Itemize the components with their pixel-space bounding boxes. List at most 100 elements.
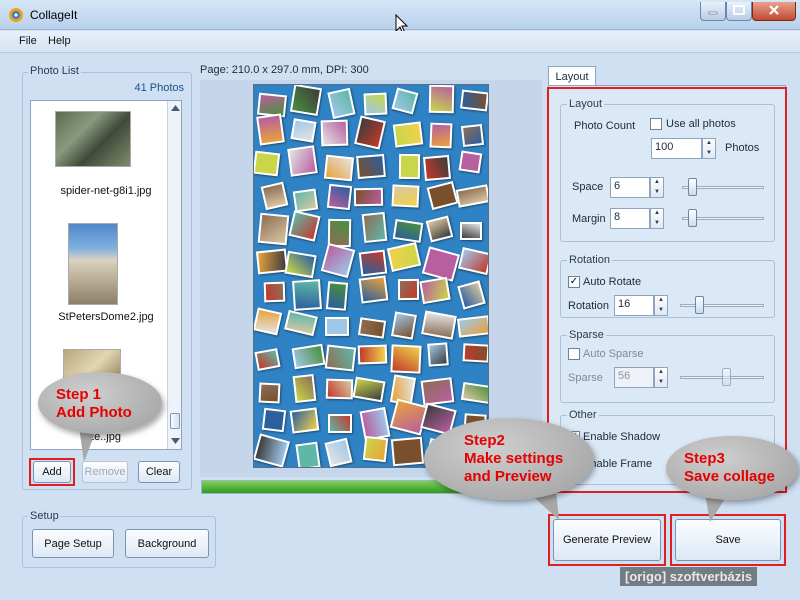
space-input[interactable]: 6	[610, 177, 650, 198]
watermark: [origo] szoftverbázis	[620, 567, 758, 586]
step1-callout: Step 1 Add Photo	[38, 372, 162, 434]
photo-thumbnail[interactable]	[55, 111, 131, 167]
rotation-spinner[interactable]: ▲ ▼	[654, 295, 668, 316]
space-spinner[interactable]: ▲ ▼	[650, 177, 664, 198]
spin-down-icon[interactable]: ▼	[655, 378, 667, 388]
spin-up-icon[interactable]: ▲	[651, 178, 663, 188]
collage-photo	[386, 242, 422, 273]
collage-photo	[354, 187, 384, 207]
collage-photo	[260, 181, 288, 210]
collage-photo	[291, 343, 326, 369]
photo-list-label: Photo List	[28, 65, 81, 77]
collage-photo	[419, 276, 452, 304]
menu-help[interactable]: Help	[48, 35, 71, 47]
spin-down-icon[interactable]: ▼	[703, 149, 715, 159]
generate-preview-button[interactable]: Generate Preview	[553, 519, 661, 561]
collage-photo	[363, 92, 388, 116]
rotation-input[interactable]: 16	[614, 295, 654, 316]
collage-photo	[325, 378, 354, 400]
use-all-photos-checkbox[interactable]	[650, 118, 662, 130]
collage-photo	[460, 89, 488, 112]
collage-photo	[324, 344, 356, 372]
minimize-button[interactable]	[700, 2, 726, 21]
step3-text: Save collage	[684, 468, 775, 485]
collage-photo	[254, 150, 281, 177]
photo-thumbnail[interactable]	[68, 223, 118, 305]
spin-up-icon[interactable]: ▲	[651, 209, 663, 219]
collage-photo	[398, 154, 421, 179]
auto-sparse-checkbox[interactable]	[568, 348, 580, 360]
photo-count-spinner[interactable]: ▲ ▼	[702, 138, 716, 159]
collage-photo	[359, 249, 389, 277]
rotation-slider-track[interactable]	[680, 304, 764, 307]
space-slider-knob[interactable]	[687, 178, 697, 196]
maximize-button[interactable]	[726, 2, 752, 21]
collage-photo	[391, 87, 419, 115]
collage-photo	[327, 413, 352, 434]
rotation-group-label: Rotation	[567, 254, 612, 266]
close-button[interactable]	[752, 2, 796, 21]
collage-photo	[358, 275, 389, 304]
auto-rotate-label: Auto Rotate	[583, 276, 642, 288]
spin-down-icon[interactable]: ▼	[651, 219, 663, 229]
close-icon	[769, 5, 779, 15]
collage-photo	[355, 153, 386, 180]
scroll-down-icon[interactable]	[171, 438, 180, 444]
sparse-spinner[interactable]: ▲ ▼	[654, 367, 668, 388]
collage-photo	[258, 382, 281, 404]
collage-photo	[397, 279, 420, 301]
collage-photo	[254, 307, 283, 336]
background-button[interactable]: Background	[125, 529, 209, 558]
sparse-slider-knob[interactable]	[722, 368, 731, 386]
sparse-input[interactable]: 56	[614, 367, 654, 388]
collage-photo	[359, 406, 391, 441]
collage-photo	[457, 315, 488, 339]
collage-photo	[292, 279, 322, 311]
page-setup-button[interactable]: Page Setup	[32, 529, 114, 558]
photo-list-scrollbar[interactable]	[167, 101, 181, 449]
collage-photo	[261, 407, 287, 433]
collage-photo	[295, 441, 321, 467]
scrollbar-thumb[interactable]	[170, 413, 180, 429]
collage-preview[interactable]	[253, 84, 489, 468]
auto-rotate-checkbox[interactable]: ✓	[568, 276, 580, 288]
spin-up-icon[interactable]: ▲	[703, 139, 715, 149]
sparse-label: Sparse	[568, 372, 603, 384]
spin-up-icon[interactable]: ▲	[655, 296, 667, 306]
collage-photo	[256, 92, 287, 118]
menu-file[interactable]: File	[19, 35, 37, 47]
collage-photo	[429, 123, 453, 149]
collage-photo	[391, 310, 418, 339]
collage-photo	[263, 281, 286, 303]
margin-slider-knob[interactable]	[687, 209, 697, 227]
photo-count-input[interactable]: 100	[651, 138, 702, 159]
tab-layout[interactable]: Layout	[548, 66, 596, 86]
collage-photo	[254, 348, 282, 372]
collage-photo	[362, 436, 388, 463]
maximize-icon	[733, 5, 745, 15]
save-button[interactable]: Save	[675, 519, 781, 561]
remove-photo-button[interactable]: Remove	[82, 461, 128, 483]
collage-photo	[256, 248, 288, 276]
setup-label: Setup	[28, 510, 61, 522]
collage-photo	[326, 281, 349, 311]
collage-photo	[328, 218, 353, 247]
collage-photo	[325, 316, 349, 336]
spin-down-icon[interactable]: ▼	[651, 188, 663, 198]
collage-photo	[324, 437, 354, 467]
collage-photo	[358, 345, 388, 366]
margin-spinner[interactable]: ▲ ▼	[650, 208, 664, 229]
collage-photo	[284, 309, 318, 337]
collage-photo	[458, 150, 483, 174]
spin-down-icon[interactable]: ▼	[655, 306, 667, 316]
scroll-up-icon[interactable]	[171, 105, 180, 111]
rotation-slider-knob[interactable]	[695, 296, 704, 314]
step2-text-2: and Preview	[464, 468, 552, 485]
collage-photo	[460, 221, 483, 241]
margin-input[interactable]: 8	[610, 208, 650, 229]
spin-up-icon[interactable]: ▲	[655, 368, 667, 378]
collage-photo	[420, 377, 454, 407]
add-photo-button[interactable]: Add	[33, 461, 71, 483]
collage-photo	[320, 119, 349, 148]
clear-photos-button[interactable]: Clear	[138, 461, 180, 483]
